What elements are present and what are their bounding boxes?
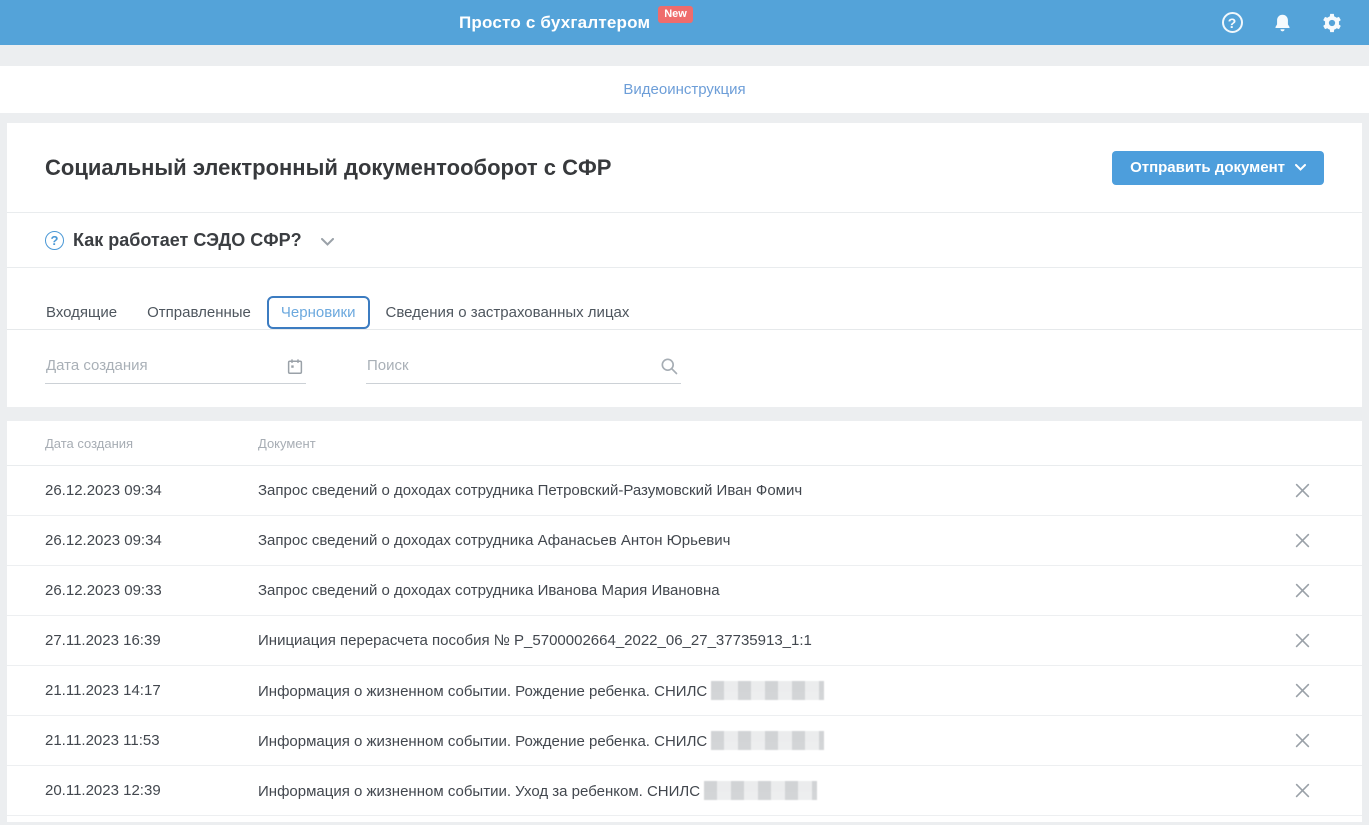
close-icon[interactable] — [1242, 483, 1362, 498]
help-icon-glyph: ? — [1221, 12, 1243, 33]
row-date: 26.12.2023 09:33 — [45, 582, 162, 599]
row-document-text: Инициация перерасчета пособия № Р_570000… — [258, 632, 812, 649]
bell-icon[interactable] — [1271, 12, 1293, 34]
close-icon[interactable] — [1242, 533, 1362, 548]
redacted-snils-block — [704, 781, 818, 800]
row-document-text: Информация о жизненном событии. Рождение… — [258, 683, 708, 700]
row-document: Запрос сведений о доходах сотрудника Афа… — [258, 532, 1242, 549]
filters-row — [7, 330, 1362, 407]
table-row[interactable]: 26.12.2023 09:33 Запрос сведений о доход… — [7, 566, 1362, 616]
new-badge: New — [658, 6, 693, 23]
page-title: Социальный электронный документооборот с… — [45, 154, 612, 180]
tab[interactable]: Сведения о застрахованных лицах — [372, 296, 644, 329]
row-date: 26.12.2023 09:34 — [45, 532, 162, 549]
app-title-group: Просто с бухгалтером New — [459, 0, 693, 45]
row-document-text: Информация о жизненном событии. Уход за … — [258, 783, 701, 800]
column-header-document: Документ — [258, 435, 316, 451]
question-circle-icon: ? — [45, 230, 64, 250]
table-header-row: Дата создания Документ — [7, 421, 1362, 466]
row-document-text: Запрос сведений о доходах сотрудника Пет… — [258, 482, 803, 499]
search-filter-field — [366, 349, 681, 384]
calendar-icon[interactable] — [286, 357, 304, 376]
row-document: Запрос сведений о доходах сотрудника Пет… — [258, 482, 1242, 499]
redacted-snils-block — [711, 681, 825, 700]
row-date: 26.12.2023 09:34 — [45, 482, 162, 499]
row-document: Информация о жизненном событии. Рождение… — [258, 731, 1242, 750]
row-date: 27.11.2023 16:39 — [45, 632, 161, 649]
row-date: 21.11.2023 14:17 — [45, 682, 161, 699]
row-document: Инициация перерасчета пособия № Р_570000… — [258, 632, 1242, 649]
close-icon[interactable] — [1242, 683, 1362, 698]
row-date: 21.11.2023 11:53 — [45, 732, 160, 749]
table-row[interactable]: 26.12.2023 09:34 Запрос сведений о доход… — [7, 466, 1362, 516]
search-icon — [659, 356, 679, 376]
header-icons: ? — [1221, 12, 1369, 34]
row-document-text: Запрос сведений о доходах сотрудника Ива… — [258, 582, 720, 599]
video-instruction-bar: Видеоинструкция — [0, 66, 1369, 113]
send-document-button[interactable]: Отправить документ — [1112, 150, 1324, 185]
table-row[interactable]: 21.11.2023 11:53 Информация о жизненном … — [7, 716, 1362, 766]
tab[interactable]: Входящие — [32, 296, 131, 329]
column-header-date: Дата создания — [45, 435, 134, 451]
row-document: Информация о жизненном событии. Уход за … — [258, 781, 1242, 800]
table-row[interactable]: 27.11.2023 16:39 Инициация перерасчета п… — [7, 616, 1362, 666]
close-icon[interactable] — [1242, 583, 1362, 598]
row-document: Информация о жизненном событии. Рождение… — [258, 681, 1242, 700]
search-input[interactable] — [366, 349, 681, 384]
date-filter-field — [45, 349, 306, 384]
tab[interactable]: Отправленные — [133, 296, 265, 329]
row-document-text: Запрос сведений о доходах сотрудника Афа… — [258, 532, 731, 549]
app-title: Просто с бухгалтером — [459, 12, 651, 32]
date-created-input[interactable] — [45, 349, 306, 384]
row-document-text: Информация о жизненном событии. Рождение… — [258, 733, 708, 750]
row-document: Запрос сведений о доходах сотрудника Ива… — [258, 582, 1242, 599]
close-icon[interactable] — [1242, 733, 1362, 748]
table-row[interactable]: 26.12.2023 09:34 Запрос сведений о доход… — [7, 516, 1362, 566]
drafts-table-card: Дата создания Документ 26.12.2023 09:34 … — [7, 421, 1362, 822]
tab[interactable]: Черновики — [266, 296, 370, 329]
table-body: 26.12.2023 09:34 Запрос сведений о доход… — [7, 466, 1362, 816]
redacted-snils-block — [711, 731, 825, 750]
close-icon[interactable] — [1242, 783, 1362, 798]
table-row[interactable]: 20.11.2023 12:39 Информация о жизненном … — [7, 766, 1362, 816]
how-it-works-label: Как работает СЭДО СФР? — [73, 229, 302, 250]
tab-bar: Входящие Отправленные Черновики Сведения… — [7, 268, 1362, 330]
app-header: Просто с бухгалтером New ? — [0, 0, 1369, 45]
row-date: 20.11.2023 12:39 — [45, 782, 161, 799]
close-icon[interactable] — [1242, 633, 1362, 648]
chevron-down-icon — [320, 237, 334, 246]
table-row[interactable]: 21.11.2023 14:17 Информация о жизненном … — [7, 666, 1362, 716]
how-it-works-row[interactable]: ? Как работает СЭДО СФР? — [7, 213, 1362, 268]
gear-icon[interactable] — [1321, 12, 1343, 34]
main-card: Социальный электронный документооборот с… — [7, 123, 1362, 407]
page-head: Социальный электронный документооборот с… — [7, 123, 1362, 213]
chevron-down-icon — [1295, 164, 1306, 171]
help-icon[interactable]: ? — [1221, 12, 1243, 34]
video-instruction-link[interactable]: Видеоинструкция — [623, 81, 745, 98]
send-document-label: Отправить документ — [1130, 159, 1285, 176]
